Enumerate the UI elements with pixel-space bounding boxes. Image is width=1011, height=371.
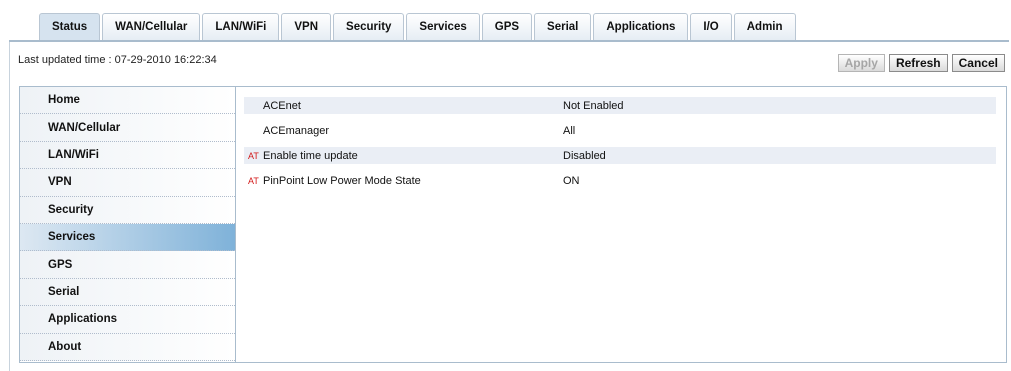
sidebar-item-security[interactable]: Security [20, 196, 235, 224]
sidebar-item-services[interactable]: Services [20, 223, 235, 252]
tab-label: VPN [294, 21, 319, 33]
tab-label: Admin [746, 21, 783, 33]
setting-value: All [563, 124, 576, 137]
sidebar-item-lan-wifi[interactable]: LAN/WiFi [20, 141, 235, 170]
sidebar-item-about[interactable]: About [20, 333, 235, 361]
apply-button[interactable]: Apply [837, 54, 885, 72]
tab-label: Services [419, 21, 467, 33]
tab-label: GPS [494, 21, 520, 33]
tab-label: I/O [703, 21, 719, 33]
tab-admin[interactable]: Admin [733, 13, 796, 40]
setting-label: ACEnet [263, 99, 301, 112]
at-marker: AT [248, 175, 259, 186]
sidebar-item-label: LAN/WiFi [48, 148, 99, 161]
last-updated-time: Last updated time : 07-29-2010 16:22:34 [18, 54, 217, 66]
tab-label: WAN/Cellular [115, 21, 188, 33]
sidebar-item-label: Home [48, 94, 80, 107]
sidebar-item-label: About [48, 340, 82, 353]
sidebar-item-wan-cellular[interactable]: WAN/Cellular [20, 114, 235, 142]
sidebar-item-vpn[interactable]: VPN [20, 169, 235, 197]
cancel-button[interactable]: Cancel [951, 54, 1005, 72]
tab-label: LAN/WiFi [215, 21, 267, 33]
tab-services[interactable]: Services [406, 13, 480, 40]
sidebar-item-applications[interactable]: Applications [20, 306, 235, 334]
refresh-button[interactable]: Refresh [888, 54, 948, 72]
tab-label: Status [52, 21, 88, 33]
settings-row: AT PinPoint Low Power Mode State ON [244, 172, 996, 189]
sidebar-item-label: Serial [48, 285, 80, 298]
settings-row: ACEnet Not Enabled [244, 97, 996, 114]
sidebar-item-label: Applications [48, 313, 118, 326]
sidebar-item-label: VPN [48, 176, 72, 189]
sidebar-item-label: GPS [48, 258, 73, 271]
tab-label: Applications [606, 21, 676, 33]
tab-io[interactable]: I/O [690, 13, 732, 40]
tab-label: Security [346, 21, 392, 33]
sidebar-item-label: Services [48, 231, 96, 244]
sidebar-item-gps[interactable]: GPS [20, 251, 235, 279]
setting-label: ACEmanager [263, 124, 330, 137]
tab-serial[interactable]: Serial [534, 13, 592, 40]
sidebar-item-label: WAN/Cellular [48, 121, 121, 134]
tab-applications[interactable]: Applications [593, 13, 689, 40]
main-panel: Home WAN/Cellular LAN/WiFi VPN Security … [19, 86, 1007, 363]
at-marker: AT [248, 150, 259, 161]
sidebar: Home WAN/Cellular LAN/WiFi VPN Security … [20, 87, 236, 362]
setting-value: Disabled [563, 149, 606, 162]
tab-wan-cellular[interactable]: WAN/Cellular [102, 13, 201, 40]
sidebar-item-label: Security [48, 203, 94, 216]
sidebar-item-serial[interactable]: Serial [20, 278, 235, 307]
top-tab-bar: Status WAN/Cellular LAN/WiFi VPN Securit… [39, 11, 798, 40]
tab-label: Serial [547, 21, 579, 33]
setting-label: PinPoint Low Power Mode State [263, 174, 421, 187]
sidebar-item-home[interactable]: Home [20, 87, 235, 115]
setting-label: Enable time update [263, 149, 358, 162]
setting-value: Not Enabled [563, 99, 624, 112]
setting-value: ON [563, 174, 580, 187]
tab-security[interactable]: Security [333, 13, 405, 40]
tab-status[interactable]: Status [39, 13, 101, 40]
tab-gps[interactable]: GPS [481, 13, 533, 40]
settings-row: AT Enable time update Disabled [244, 147, 996, 164]
tab-lan-wifi[interactable]: LAN/WiFi [202, 13, 280, 40]
settings-row: ACEmanager All [244, 122, 996, 139]
action-buttons: Apply Refresh Cancel [837, 54, 1005, 72]
settings-table: ACEnet Not Enabled ACEmanager All AT Ena… [244, 97, 996, 197]
tab-vpn[interactable]: VPN [281, 13, 332, 40]
